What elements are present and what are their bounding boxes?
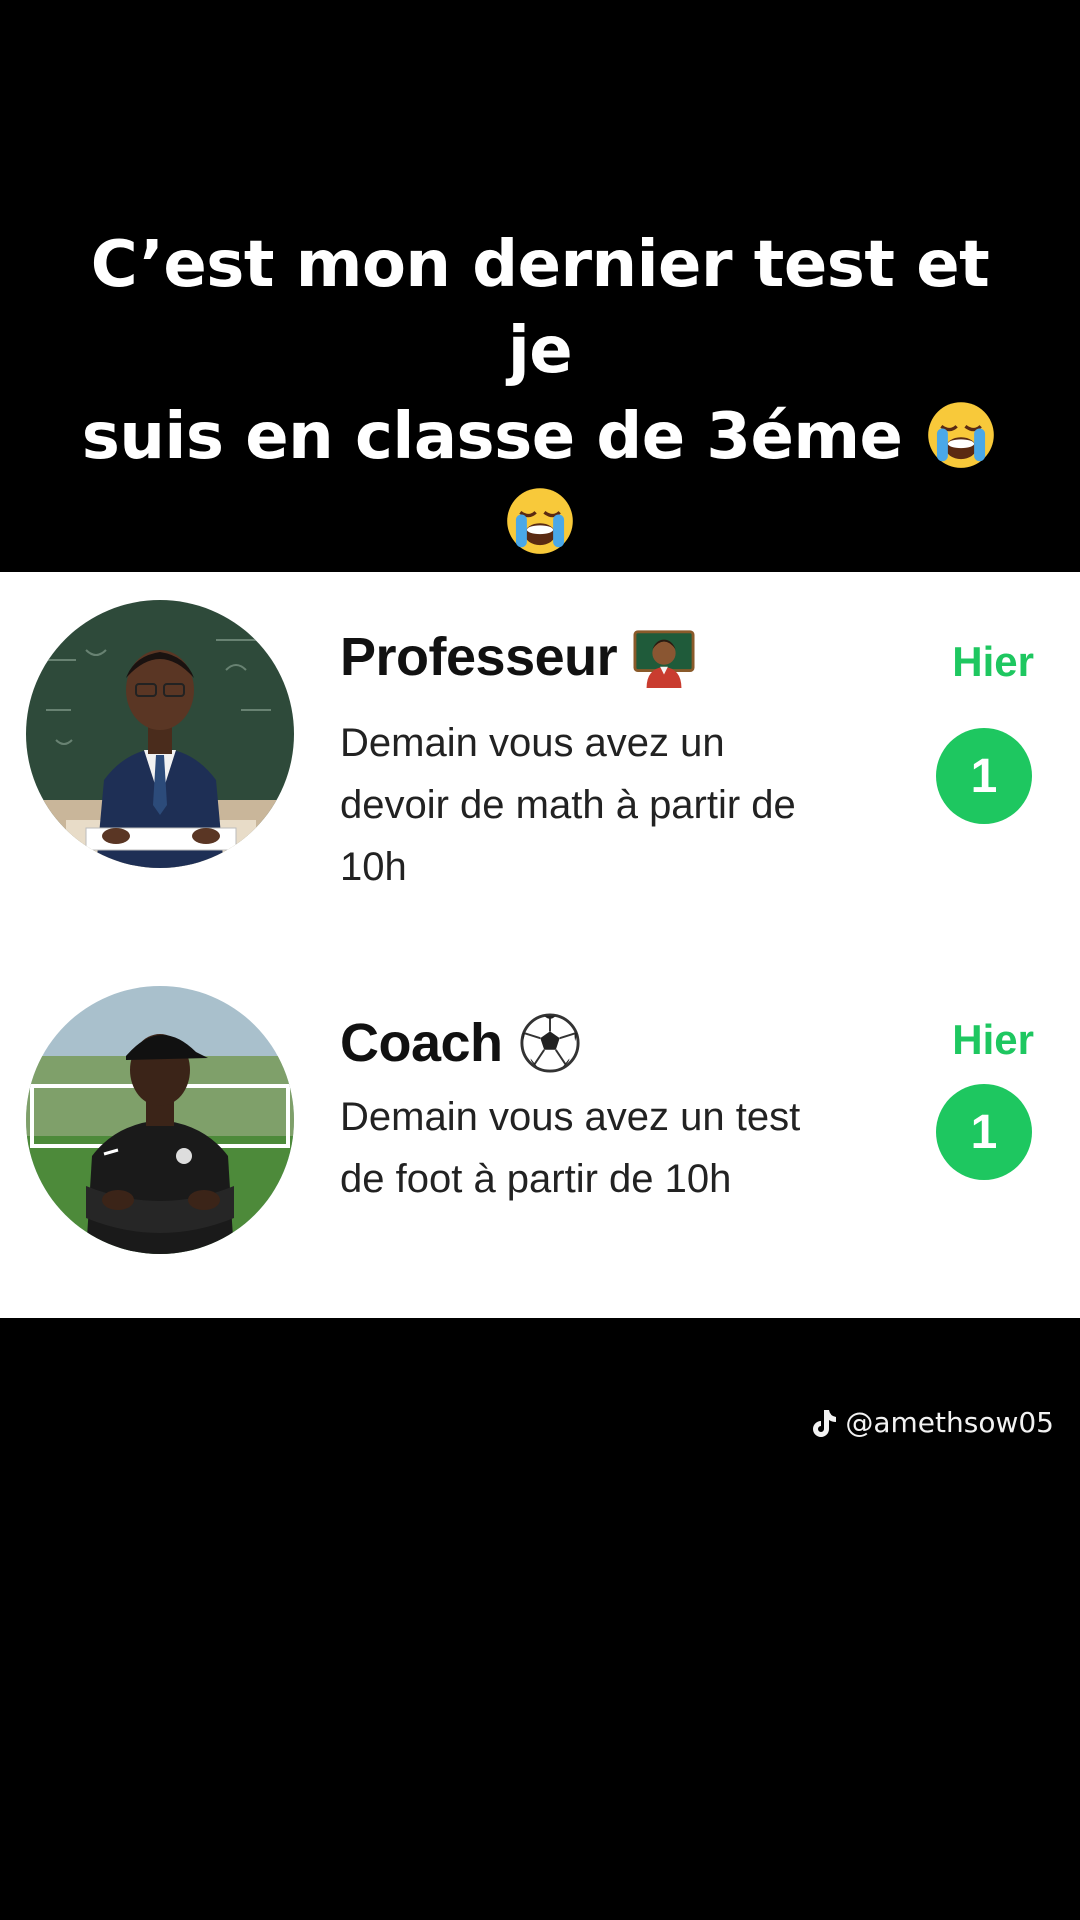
tiktok-icon bbox=[813, 1409, 837, 1437]
watermark: @amethsow05 bbox=[809, 1406, 1054, 1439]
crying-face-icon bbox=[926, 400, 996, 470]
timestamp: Hier bbox=[952, 638, 1034, 685]
contact-name: Coach bbox=[340, 1013, 503, 1073]
coach-avatar-icon bbox=[26, 986, 294, 1254]
teacher-icon bbox=[633, 626, 695, 688]
avatar[interactable] bbox=[26, 600, 294, 868]
chat-list: Professeur Demain vous avez un devoir de… bbox=[0, 572, 1080, 1318]
chat-item-coach[interactable]: Coach Demain vous avez un test de foot à… bbox=[0, 986, 1080, 1286]
chat-item-professeur[interactable]: Professeur Demain vous avez un devoir de… bbox=[0, 600, 1080, 900]
unread-badge: 1 bbox=[936, 728, 1032, 824]
watermark-handle: @amethsow05 bbox=[845, 1406, 1054, 1439]
timestamp: Hier bbox=[952, 1016, 1034, 1063]
unread-badge: 1 bbox=[936, 1084, 1032, 1180]
contact-name: Professeur bbox=[340, 627, 618, 687]
caption-line-1: C’est mon dernier test et je bbox=[90, 228, 990, 388]
crying-face-icon bbox=[505, 486, 575, 556]
name-row: Professeur bbox=[340, 622, 695, 692]
message-preview: Demain vous avez un devoir de math à par… bbox=[340, 721, 796, 889]
avatar[interactable] bbox=[26, 986, 294, 1254]
caption-line-2-row: suis en classe de 3éme bbox=[60, 394, 1020, 566]
message-preview: Demain vous avez un test de foot à parti… bbox=[340, 1095, 801, 1201]
soccer-ball-icon bbox=[519, 1012, 581, 1074]
page: C’est mon dernier test et je suis en cla… bbox=[0, 0, 1080, 1920]
caption-line-2: suis en classe de 3éme bbox=[81, 400, 903, 474]
name-row: Coach bbox=[340, 1008, 581, 1078]
teacher-avatar-icon bbox=[26, 600, 294, 868]
